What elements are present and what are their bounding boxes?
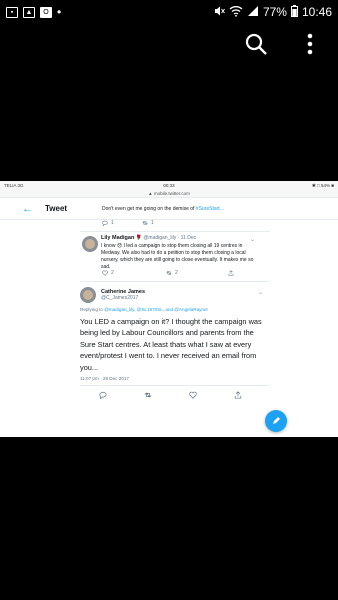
- retweet-icon: [144, 392, 152, 398]
- replying-links[interactable]: @madigan_lily, @SL1970SL, and @AngelaRay…: [104, 307, 208, 312]
- avatar[interactable]: [80, 287, 96, 303]
- ipad-status-bar: TELIA 3G 00:33 ✱ □ 54% ■: [0, 181, 338, 190]
- divider: [80, 385, 270, 386]
- image-icon: ▪: [6, 6, 18, 18]
- compose-tweet-button[interactable]: [265, 410, 287, 432]
- notification-icons: ▪ ▲ O •: [6, 5, 61, 19]
- system-icons: 77% 10:46: [213, 4, 332, 20]
- page-title: Tweet: [45, 204, 68, 213]
- lily-tweet: Lily Madigan 🌹 @madigan_lily · 11 Dec I …: [101, 235, 261, 271]
- tweet-text: I know 😞 I led a campaign to stop them c…: [101, 243, 254, 270]
- share-icon: [234, 391, 242, 399]
- reply-icon: [102, 220, 108, 226]
- author-handle[interactable]: @madigan_lily · 11 Dec: [143, 235, 196, 241]
- battery-percent: 77%: [262, 5, 287, 19]
- tweet-menu-icon[interactable]: ⌄: [258, 289, 263, 296]
- lily-tweet-actions: 2 2: [102, 270, 268, 276]
- retweet-button[interactable]: 1: [142, 220, 182, 226]
- retweet-icon: [142, 221, 148, 225]
- share-button[interactable]: [228, 270, 268, 276]
- tweet-menu-icon[interactable]: ⌄: [250, 236, 255, 243]
- search-icon[interactable]: [242, 30, 270, 58]
- divider: [80, 281, 270, 282]
- screenshot-image: TELIA 3G 00:33 ✱ □ 54% ■ ▲ mobile.twitte…: [0, 181, 338, 437]
- share-icon: [228, 270, 234, 276]
- like-button[interactable]: [189, 391, 234, 399]
- tweet-text: You LED a campaign on it? I thought the …: [80, 317, 262, 372]
- divider: [80, 231, 270, 232]
- heart-icon: [189, 391, 197, 399]
- reply-button[interactable]: [99, 391, 144, 399]
- heart-icon: [102, 270, 108, 276]
- cut-tweet-text: Don't even get me going on the demise of…: [102, 206, 224, 212]
- retweet-icon: [166, 271, 172, 275]
- reply-button[interactable]: 1: [102, 220, 142, 226]
- catherine-tweet-actions: [99, 391, 254, 399]
- rose-emoji: 🌹: [135, 235, 142, 241]
- wifi-icon: [229, 5, 243, 20]
- url-bar: ▲ mobile.twitter.com: [0, 190, 338, 198]
- like-button[interactable]: 2: [102, 270, 142, 276]
- catherine-header: Catherine James @C_James2017: [101, 289, 281, 301]
- gallery-icon: ▲: [23, 6, 35, 18]
- ipad-time: 00:33: [163, 183, 175, 188]
- retweet-button[interactable]: [144, 391, 189, 399]
- battery-icon: [290, 4, 298, 20]
- outlook-icon: O: [40, 6, 52, 18]
- reply-icon: [99, 391, 107, 399]
- back-arrow-icon[interactable]: ←: [22, 203, 33, 215]
- notification-overflow: •: [57, 5, 62, 19]
- share-button[interactable]: [234, 391, 254, 399]
- author-handle[interactable]: @C_James2017: [101, 295, 281, 301]
- signal-icon: [247, 5, 259, 20]
- author-name[interactable]: Lily Madigan: [101, 235, 134, 241]
- avatar[interactable]: [82, 236, 98, 252]
- more-vert-icon[interactable]: [296, 30, 324, 58]
- retweet-button[interactable]: 2: [166, 270, 206, 276]
- hashtag-link[interactable]: #SureStart...: [196, 206, 224, 212]
- mute-icon: [213, 5, 225, 20]
- compose-icon: [273, 417, 280, 424]
- clock: 10:46: [301, 5, 332, 19]
- replying-prefix: Replying to: [80, 307, 103, 312]
- retweet-count: 1: [151, 220, 154, 226]
- cut-tweet-body: Don't even get me going on the demise of: [102, 206, 196, 212]
- gallery-actions: [242, 30, 324, 58]
- status-bar: ▪ ▲ O • 77% 10:46: [0, 0, 338, 24]
- reply-count: 1: [111, 220, 114, 226]
- tweet-timestamp[interactable]: 11:07 pm · 28 Dec 2017: [80, 376, 129, 381]
- like-count: 2: [111, 270, 114, 276]
- replying-to: Replying to @madigan_lily, @SL1970SL, an…: [80, 307, 208, 312]
- cut-tweet-actions: 1 1: [102, 220, 182, 226]
- retweet-count: 2: [175, 270, 178, 276]
